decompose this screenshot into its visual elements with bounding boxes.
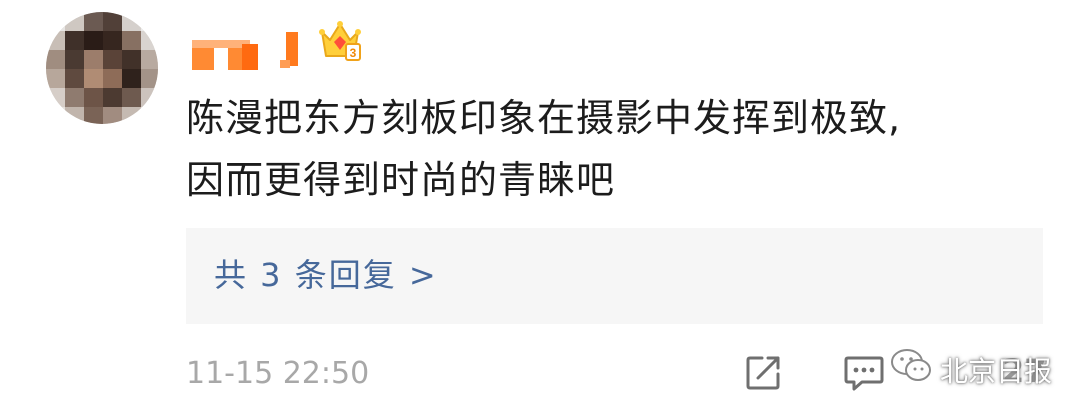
badge-level: 3 (350, 46, 357, 60)
watermark: 北京日报 (888, 344, 1058, 394)
comment-text: 陈漫把东方刻板印象在摄影中发挥到极致, 因而更得到时尚的青睐吧 (186, 90, 1046, 214)
wechat-icon (891, 349, 931, 381)
share-icon[interactable] (742, 350, 786, 394)
pixelated-avatar-image (46, 12, 158, 124)
comment-line-1: 陈漫把东方刻板印象在摄影中发挥到极致, (186, 96, 902, 140)
username[interactable] (190, 30, 310, 72)
view-replies-link[interactable]: 共 3 条回复 > (214, 250, 438, 296)
replies-panel[interactable]: 共 3 条回复 > (186, 228, 1043, 324)
comment-line-2: 因而更得到时尚的青睐吧 (186, 158, 616, 202)
pixelated-username-image (192, 32, 298, 70)
comment-icon[interactable] (842, 352, 886, 394)
comment-timestamp: 11-15 22:50 (186, 356, 370, 391)
watermark-text: 北京日报 (940, 355, 1053, 388)
avatar[interactable] (46, 12, 158, 124)
crown-badge-icon[interactable]: 3 (318, 18, 362, 64)
